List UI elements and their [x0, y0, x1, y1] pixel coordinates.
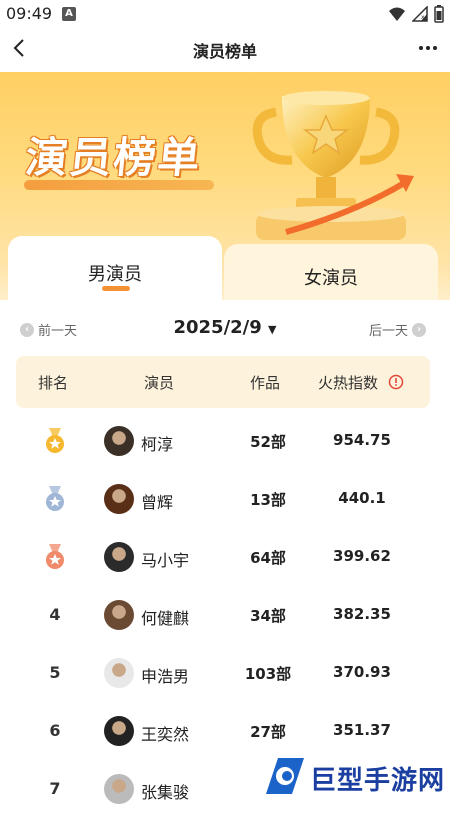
actor-name: 何健麒	[141, 609, 190, 628]
avatar	[104, 426, 134, 456]
watermark-logo	[266, 758, 304, 794]
silver-medal-icon	[40, 484, 70, 514]
works-count: 13部	[250, 491, 286, 509]
notification-icon: A	[62, 7, 76, 21]
battery-icon	[434, 5, 444, 23]
column-works: 作品	[250, 374, 281, 392]
status-bar: 09:49 A x	[0, 0, 450, 28]
heat-index: 399.62	[333, 547, 391, 565]
heat-index: 954.75	[333, 431, 391, 449]
gender-tabs: 男演员 女演员	[8, 236, 438, 302]
actor-name: 王奕然	[141, 725, 190, 744]
tab-male-actors[interactable]: 男演员	[8, 236, 222, 302]
trophy-icon	[252, 91, 414, 240]
works-count: 34部	[250, 607, 286, 625]
actor-name: 张集骏	[141, 783, 190, 802]
banner-title: 演员榜单	[23, 133, 205, 182]
next-day-button[interactable]: 后一天 ›	[369, 320, 426, 339]
info-icon[interactable]	[388, 374, 404, 390]
table-row[interactable]: 4 何健麒 34部 382.35	[0, 586, 450, 644]
table-header: 排名 演员 作品 火热指数	[16, 356, 430, 408]
works-count: 27部	[250, 723, 286, 741]
ranking-content: ‹ 前一天 2025/2/9 ▼ 后一天 › 排名 演员 作品 火热指数 柯淳 5…	[0, 300, 450, 804]
chevron-right-icon: ›	[412, 322, 426, 337]
rank-number: 5	[49, 663, 61, 682]
heat-index: 440.1	[338, 489, 386, 507]
table-row[interactable]: 5 申浩男 103部 370.93	[0, 644, 450, 702]
heat-index: 382.35	[333, 605, 391, 623]
gold-medal-icon	[40, 426, 70, 456]
column-actor: 演员	[144, 374, 175, 392]
heat-index: 351.37	[333, 721, 391, 739]
actor-name: 曾辉	[141, 493, 174, 512]
avatar	[104, 542, 134, 572]
current-date: 2025/2/9	[173, 317, 262, 338]
date-navigator: ‹ 前一天 2025/2/9 ▼ 后一天 ›	[0, 314, 450, 346]
actor-name: 申浩男	[141, 667, 190, 686]
dropdown-triangle-icon: ▼	[268, 323, 277, 336]
heat-index: 370.93	[333, 663, 391, 681]
works-count: 103部	[244, 665, 292, 683]
avatar	[104, 658, 134, 688]
system-icons: x	[388, 5, 444, 23]
tab-female-actors[interactable]: 女演员	[224, 244, 438, 302]
top-nav-bar: 演员榜单	[0, 28, 450, 72]
table-row[interactable]: 曾辉 13部 440.1	[0, 470, 450, 528]
signal-icon: x	[412, 6, 428, 22]
status-time: 09:49	[6, 4, 53, 23]
page-title: 演员榜单	[192, 42, 257, 61]
actor-name: 柯淳	[141, 435, 174, 454]
wifi-icon	[389, 7, 405, 21]
column-rank: 排名	[38, 374, 69, 392]
next-day-label: 后一天	[368, 324, 408, 339]
works-count: 64部	[250, 549, 286, 567]
active-tab-indicator	[102, 286, 130, 291]
tab-female-label: 女演员	[304, 268, 358, 289]
column-heat: 火热指数	[318, 374, 379, 392]
tab-male-label: 男演员	[88, 264, 142, 285]
svg-text:x: x	[421, 14, 425, 21]
works-count: 52部	[250, 433, 286, 451]
table-row[interactable]: 马小宇 64部 399.62	[0, 528, 450, 586]
watermark-text: 巨型手游网	[310, 766, 446, 796]
table-row[interactable]: 柯淳 52部 954.75	[0, 412, 450, 470]
avatar	[104, 716, 134, 746]
more-options-icon[interactable]	[414, 34, 442, 62]
watermark: 巨型手游网	[258, 752, 450, 800]
rank-number: 4	[49, 605, 61, 624]
actor-name: 马小宇	[141, 551, 190, 570]
bronze-medal-icon	[40, 542, 70, 572]
avatar	[104, 600, 134, 630]
avatar	[104, 484, 134, 514]
rank-number: 6	[49, 721, 61, 740]
